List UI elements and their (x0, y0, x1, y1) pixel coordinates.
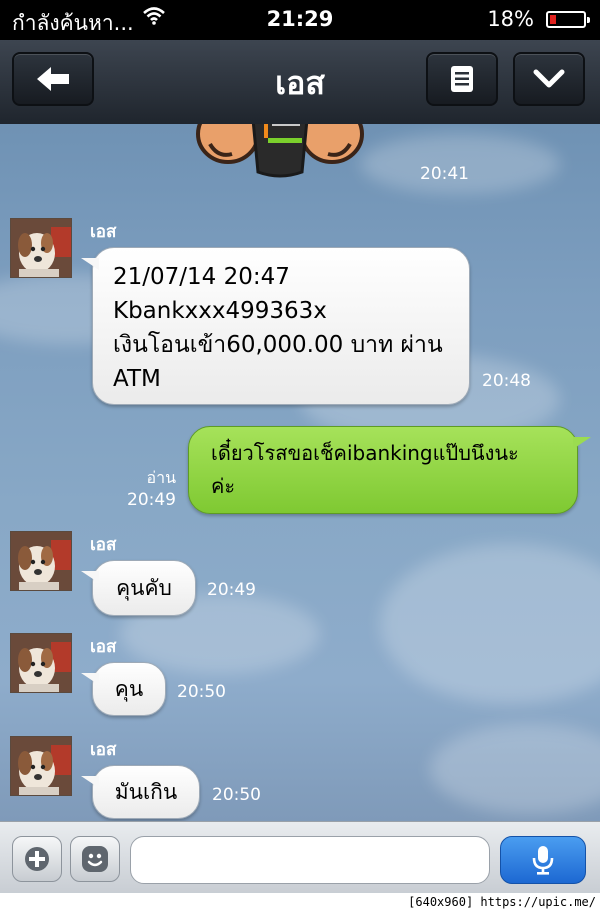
page-title: เอส (275, 64, 325, 102)
sender-name: เอส (90, 222, 117, 242)
read-receipt: อ่าน (146, 468, 176, 487)
message-text: คุนคับ (116, 576, 172, 600)
message-text: คุน (114, 677, 144, 701)
message-bubble[interactable]: 21/07/14 20:47 Kbankxxx499363x เงินโอนเข… (81, 247, 470, 405)
message-time: 20:49 (207, 580, 256, 600)
footer: [640x960] https://upic.me/ (0, 893, 600, 916)
avatar[interactable] (10, 633, 72, 693)
message-bubble[interactable]: เดี๋ยวโรสขอเช็คibankingแป๊บนึงนะ ค่ะ (188, 426, 591, 514)
avatar[interactable] (10, 736, 72, 796)
message-bubble[interactable]: คุนคับ (81, 560, 196, 616)
expand-button[interactable] (513, 52, 585, 106)
voice-button[interactable] (500, 836, 586, 884)
back-button[interactable] (12, 52, 94, 106)
watermark: [640x960] https://upic.me/ (408, 895, 596, 909)
input-bar (0, 821, 600, 894)
sender-name: เอส (90, 535, 117, 555)
arrow-left-icon (37, 67, 69, 91)
avatar[interactable] (10, 531, 72, 591)
message-time: 20:50 (212, 785, 261, 805)
avatar[interactable] (10, 218, 72, 278)
message-time: 20:50 (177, 682, 226, 702)
message-text: เดี๋ยวโรสขอเช็คibankingแป๊บนึงนะ ค่ะ (211, 441, 519, 498)
message-time: 20:48 (482, 371, 531, 391)
message-bubble[interactable]: มันเกิน (81, 765, 200, 819)
sender-name: เอส (90, 637, 117, 657)
battery-percent: 18% (487, 7, 534, 31)
chat-header: เอส (0, 40, 600, 126)
list-icon (451, 66, 473, 92)
add-button[interactable] (12, 836, 62, 882)
chevron-down-icon (533, 69, 565, 88)
message-time: 20:41 (420, 164, 469, 184)
status-bar: กำลังค้นหา... 21:29 18% (0, 0, 600, 40)
sender-name: เอส (90, 740, 117, 760)
chat-area[interactable]: 20:41 เอส 21/07/14 20:47 Kbankxxx499363x… (0, 124, 600, 821)
menu-button[interactable] (426, 52, 498, 106)
battery-level (550, 15, 556, 24)
battery-icon (546, 11, 590, 28)
microphone-icon (532, 846, 554, 875)
message-time: 20:49 (127, 490, 176, 510)
plus-icon (25, 847, 49, 871)
message-input[interactable] (130, 836, 490, 884)
message-bubble[interactable]: คุน (81, 662, 166, 716)
message-text: มันเกิน (114, 780, 178, 804)
message-text: 21/07/14 20:47 Kbankxxx499363x เงินโอนเข… (113, 264, 443, 392)
smiley-icon (82, 846, 108, 872)
sticker-image[interactable] (190, 124, 370, 194)
emoji-button[interactable] (70, 836, 120, 882)
